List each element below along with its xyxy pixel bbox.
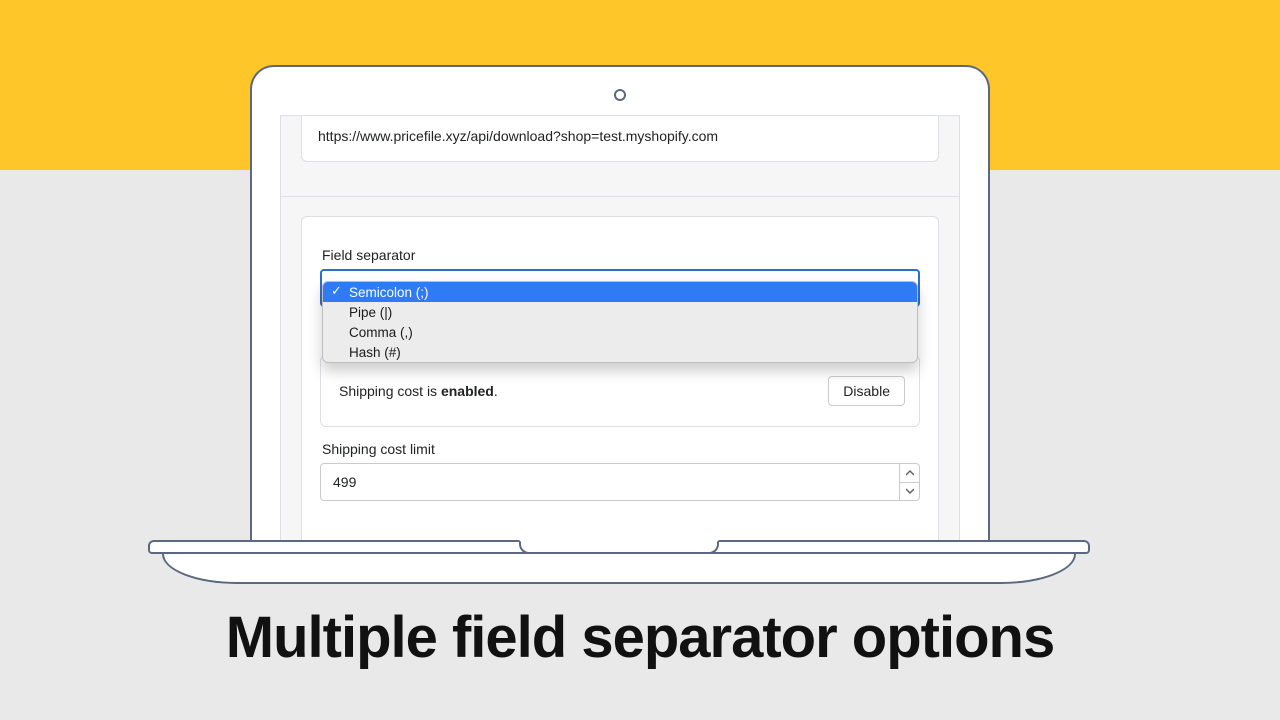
field-separator-option-hash[interactable]: Hash (#) bbox=[323, 342, 917, 362]
camera-icon bbox=[614, 89, 626, 101]
laptop-screen: https://www.pricefile.xyz/api/download?s… bbox=[250, 65, 990, 540]
quantity-stepper bbox=[899, 464, 919, 500]
field-separator-option-comma[interactable]: Comma (,) bbox=[323, 322, 917, 342]
field-separator-dropdown: Semicolon (;) Pipe (|) Comma (,) Hash (#… bbox=[322, 281, 918, 363]
shipping-cost-status-text: Shipping cost is enabled. bbox=[339, 383, 498, 399]
field-separator-select[interactable]: Semicolon (;) Pipe (|) Comma (,) Hash (#… bbox=[320, 269, 920, 307]
stepper-down-button[interactable] bbox=[900, 483, 919, 501]
app-viewport: https://www.pricefile.xyz/api/download?s… bbox=[280, 115, 960, 540]
marketing-caption: Multiple field separator options bbox=[0, 604, 1280, 671]
shipping-status-prefix: Shipping cost is bbox=[339, 383, 441, 399]
laptop-base-top bbox=[148, 540, 1090, 554]
field-separator-option-semicolon[interactable]: Semicolon (;) bbox=[323, 282, 917, 302]
laptop-base-bottom bbox=[162, 554, 1076, 584]
disable-button[interactable]: Disable bbox=[828, 376, 905, 406]
stepper-up-button[interactable] bbox=[900, 464, 919, 483]
shipping-cost-limit-input-wrap bbox=[320, 463, 920, 501]
shipping-cost-limit-input[interactable] bbox=[321, 464, 895, 500]
shipping-status-suffix: . bbox=[494, 383, 498, 399]
shipping-status-value: enabled bbox=[441, 383, 494, 399]
download-url-text: https://www.pricefile.xyz/api/download?s… bbox=[318, 128, 718, 144]
laptop-trackpad-notch bbox=[519, 540, 719, 554]
shipping-cost-limit-label: Shipping cost limit bbox=[322, 441, 918, 457]
download-url-card: https://www.pricefile.xyz/api/download?s… bbox=[301, 116, 939, 162]
section-divider bbox=[281, 196, 959, 197]
chevron-up-icon bbox=[906, 470, 914, 476]
shipping-cost-status-box: Shipping cost is enabled. Disable bbox=[320, 355, 920, 427]
settings-card: Field separator Semicolon (;) Pipe (|) C… bbox=[301, 216, 939, 540]
chevron-down-icon bbox=[906, 488, 914, 494]
field-separator-option-pipe[interactable]: Pipe (|) bbox=[323, 302, 917, 322]
field-separator-label: Field separator bbox=[322, 247, 918, 263]
